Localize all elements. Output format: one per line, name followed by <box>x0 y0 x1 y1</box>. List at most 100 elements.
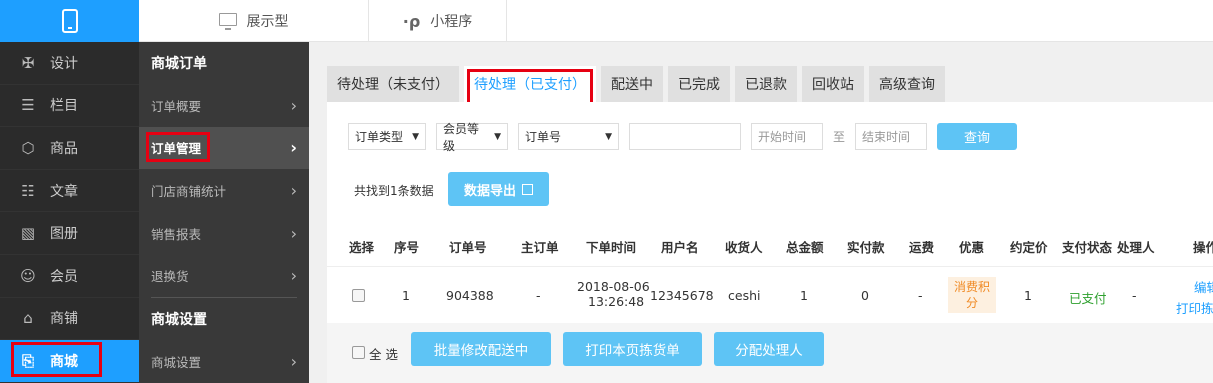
sub-section-title: 商城设置 <box>151 311 207 328</box>
row-checkbox[interactable] <box>352 289 365 302</box>
start-time-input[interactable]: 开始时间 <box>751 123 823 150</box>
cell-total: 1 <box>800 288 808 303</box>
cell-receiver: ceshi <box>728 288 761 303</box>
tab-label: 待处理（未支付） <box>337 77 449 93</box>
select-all-checkbox[interactable] <box>352 346 365 359</box>
nav-item-members[interactable]: ☺ 会员 <box>0 255 139 298</box>
sub-item-returns[interactable]: 退换货 › <box>139 254 309 297</box>
chevron-right-icon: › <box>290 223 297 243</box>
tab-mini-program-label: 小程序 <box>430 14 473 30</box>
chevron-right-icon: › <box>290 351 297 371</box>
highlight-box <box>146 131 210 162</box>
article-icon: ☷ <box>21 181 35 200</box>
tab-mini-program[interactable]: ·ρ 小程序 <box>369 0 507 42</box>
cell-agreed-price: 1 <box>1024 288 1032 303</box>
list-icon: ☰ <box>21 96 35 115</box>
col-select: 选择 <box>349 240 375 255</box>
nav-item-label: 商铺 <box>50 311 78 328</box>
caret-down-icon: ▼ <box>412 131 419 142</box>
select-value: 订单号 <box>525 130 562 144</box>
sub-item-sales-report[interactable]: 销售报表 › <box>139 212 309 255</box>
image-icon: ▧ <box>20 224 36 243</box>
highlight-box <box>467 69 593 105</box>
caret-down-icon: ▼ <box>605 131 612 142</box>
tab-completed[interactable]: 已完成 <box>668 66 730 102</box>
phone-icon <box>61 9 78 33</box>
nav-item-label: 设计 <box>50 55 78 72</box>
sub-section-title: 商城订单 <box>151 56 207 72</box>
result-count: 共找到1条数据 <box>354 184 434 198</box>
edit-link[interactable]: 编辑 <box>1194 277 1213 296</box>
nav-item-design[interactable]: ✠ 设计 <box>0 42 139 85</box>
mini-program-icon: ·ρ <box>402 11 421 31</box>
order-no-select[interactable]: 订单号 ▼ <box>518 123 619 150</box>
select-value: 会员等级 <box>443 121 480 153</box>
shop-icon: ⌂ <box>23 309 33 328</box>
tab-pending-unpaid[interactable]: 待处理（未支付） <box>327 66 459 102</box>
col-freight: 运费 <box>909 240 935 255</box>
nav-item-articles[interactable]: ☷ 文章 <box>0 170 139 213</box>
order-type-select[interactable]: 订单类型 ▼ <box>348 123 426 150</box>
tab-label: 高级查询 <box>879 77 935 93</box>
col-order-time: 下单时间 <box>586 240 637 255</box>
external-link-icon <box>522 183 533 195</box>
discount-badge: 消费积 分 <box>948 277 996 313</box>
assign-handler-button[interactable]: 分配处理人 <box>714 332 824 366</box>
cell-order-no: 904388 <box>446 288 494 303</box>
col-main-order: 主订单 <box>521 240 559 255</box>
tab-delivering[interactable]: 配送中 <box>601 66 663 102</box>
sub-item-store-stats[interactable]: 门店商铺统计 › <box>139 169 309 212</box>
cell-order-time: 13:26:48 <box>588 294 645 309</box>
tab-pending-paid[interactable]: 待处理（已支付） <box>464 66 596 105</box>
mobile-toggle-button[interactable] <box>0 0 139 42</box>
keyword-input[interactable] <box>629 123 741 150</box>
cell-main-order: - <box>536 288 541 303</box>
tab-recycle-bin[interactable]: 回收站 <box>802 66 864 102</box>
col-discount: 优惠 <box>959 240 985 255</box>
tab-display-type[interactable]: 展示型 <box>139 0 369 42</box>
export-button[interactable]: 数据导出 <box>448 172 549 206</box>
cell-order-date: 2018-08-06 <box>577 279 650 294</box>
member-level-select[interactable]: 会员等级 ▼ <box>436 122 508 153</box>
nav-item-label: 会员 <box>50 268 78 285</box>
nav-item-shops[interactable]: ⌂ 商铺 <box>0 298 139 341</box>
batch-delivery-button[interactable]: 批量修改配送中 <box>411 332 551 366</box>
sub-item-order-overview[interactable]: 订单概要 › <box>139 84 309 127</box>
table-header: 选择 序号 订单号 主订单 下单时间 用户名 收货人 总金额 实付款 运费 优惠… <box>327 222 1213 267</box>
order-panel: 订单类型 ▼ 会员等级 ▼ 订单号 ▼ 开始时间 至 结束时间 查询 共找到1条数据 … <box>327 102 1213 383</box>
sub-item-label: 订单概要 <box>151 98 202 114</box>
col-username: 用户名 <box>661 240 699 255</box>
nav-item-products[interactable]: ⬡ 商品 <box>0 127 139 170</box>
nav-item-columns[interactable]: ☰ 栏目 <box>0 85 139 128</box>
nav-item-label: 图册 <box>50 226 78 243</box>
discount-line1: 消费积 <box>953 280 990 294</box>
nav-item-label: 商品 <box>50 140 78 157</box>
tab-advanced-search[interactable]: 高级查询 <box>869 66 945 102</box>
chevron-right-icon: › <box>290 180 297 200</box>
col-receiver: 收货人 <box>725 240 763 255</box>
select-all-label[interactable]: 全 选 <box>369 344 398 363</box>
chevron-right-icon: › <box>290 138 297 158</box>
sub-item-label: 销售报表 <box>151 226 202 242</box>
sub-item-mall-settings[interactable]: 商城设置 › <box>139 340 309 383</box>
caret-down-icon: ▼ <box>494 131 501 142</box>
design-icon: ✠ <box>21 53 35 72</box>
end-time-input[interactable]: 结束时间 <box>855 123 928 150</box>
sub-item-label: 门店商铺统计 <box>151 183 227 199</box>
col-paid-amount: 实付款 <box>847 240 885 255</box>
query-button[interactable]: 查询 <box>937 123 1018 150</box>
sub-item-label: 退换货 <box>151 269 189 285</box>
box-icon: ⬡ <box>21 138 35 157</box>
order-status-tabs: 待处理（未支付） 待处理（已支付） 配送中 已完成 已退款 回收站 高级查询 <box>327 66 945 105</box>
sub-item-order-management[interactable]: 订单管理 › <box>139 126 309 170</box>
main-content: 待处理（未支付） 待处理（已支付） 配送中 已完成 已退款 回收站 高级查询 订… <box>309 42 1213 383</box>
tab-refunded[interactable]: 已退款 <box>735 66 797 102</box>
filter-bar: 订单类型 ▼ 会员等级 ▼ 订单号 ▼ 开始时间 至 结束时间 查询 <box>348 122 1018 153</box>
nav-item-mall[interactable]: ⎘ 商城 <box>0 340 139 383</box>
print-pick-link[interactable]: 打印拣 <box>1176 298 1213 317</box>
range-separator: 至 <box>833 130 846 144</box>
table-row: 1 904388 - 2018-08-06 13:26:48 12345678 … <box>327 267 1213 323</box>
cell-freight: - <box>918 288 923 303</box>
nav-item-albums[interactable]: ▧ 图册 <box>0 212 139 255</box>
print-pick-list-button[interactable]: 打印本页拣货单 <box>563 332 702 366</box>
